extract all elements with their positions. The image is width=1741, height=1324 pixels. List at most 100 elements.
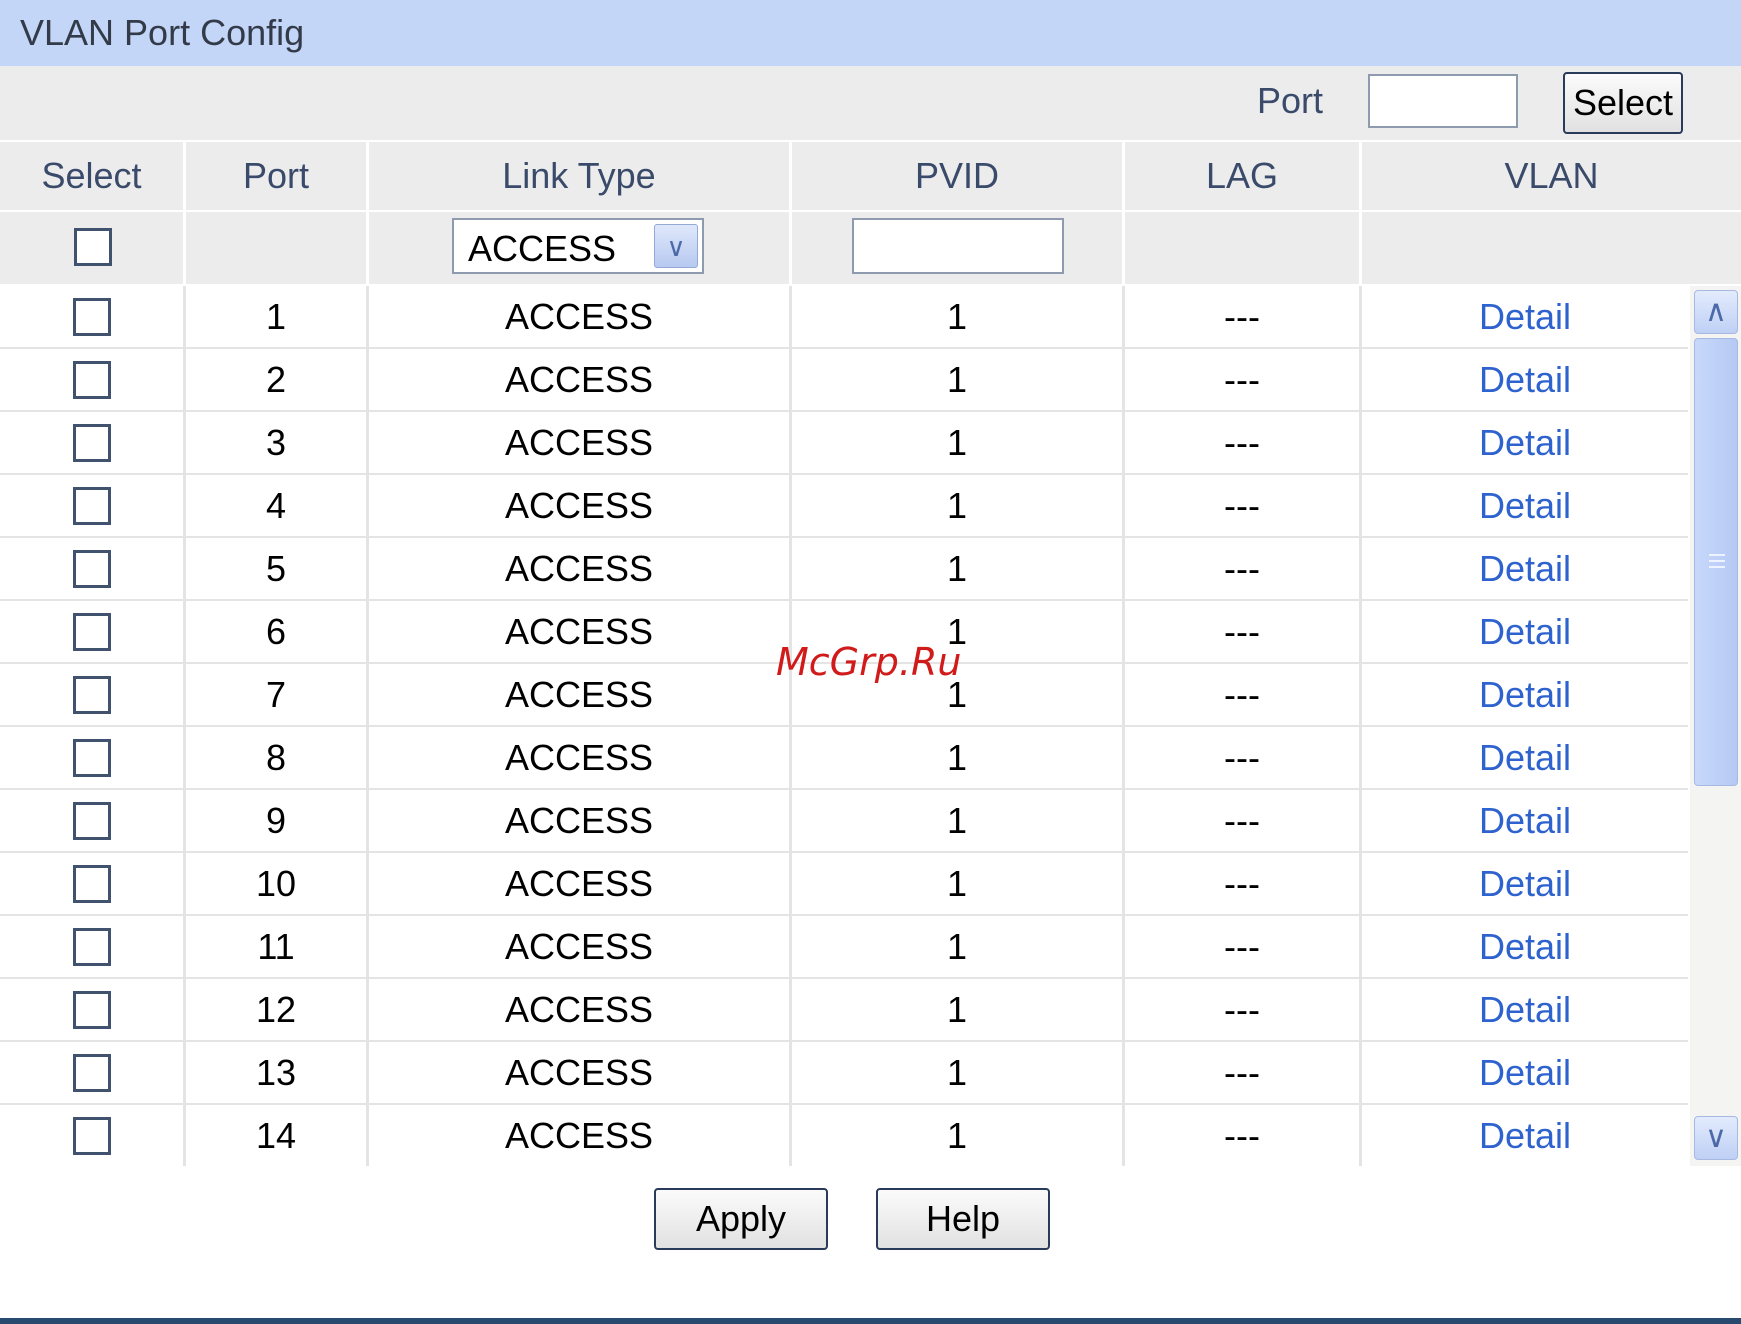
row-select-checkbox[interactable]	[72, 1054, 111, 1092]
link-type-cell: ACCESS	[504, 674, 654, 715]
select-cell	[0, 790, 183, 851]
select-all-checkbox[interactable]	[74, 228, 112, 266]
column-header-select: Select	[41, 155, 142, 196]
lag-cell: ---	[1224, 1052, 1260, 1093]
row-select-checkbox[interactable]	[72, 550, 111, 588]
port-cell: 2	[265, 359, 287, 400]
vlan-detail-link[interactable]: Detail	[1362, 538, 1688, 599]
row-select-checkbox[interactable]	[72, 991, 111, 1029]
table-row: 5 ACCESS 1 --- Detail	[0, 538, 1688, 602]
vlan-detail-link[interactable]: Detail	[1362, 916, 1688, 977]
vlan-detail-link[interactable]: Detail	[1362, 979, 1688, 1040]
vlan-detail-link[interactable]: Detail	[1362, 727, 1688, 788]
vlan-detail-link[interactable]: Detail	[1362, 412, 1688, 473]
table-scrollbar[interactable]: ∧ ∨	[1690, 286, 1741, 1166]
table-row: 9 ACCESS 1 --- Detail	[0, 790, 1688, 854]
select-cell	[0, 727, 183, 788]
chevron-down-icon[interactable]: ∨	[654, 224, 698, 268]
row-select-checkbox[interactable]	[72, 613, 111, 651]
table-row: 14 ACCESS 1 --- Detail	[0, 1105, 1688, 1166]
select-cell	[0, 475, 183, 536]
port-table: 1 ACCESS 1 --- Detail 2 ACCESS 1 --- Detail 3 ACCES…	[0, 286, 1741, 1166]
help-button[interactable]: Help	[876, 1188, 1050, 1250]
vlan-detail-link[interactable]: Detail	[1362, 286, 1688, 347]
pvid-cell: 1	[946, 422, 968, 463]
link-type-cell: ACCESS	[504, 800, 654, 841]
row-select-checkbox[interactable]	[72, 487, 111, 525]
select-port-button[interactable]: Select	[1563, 72, 1683, 134]
apply-button[interactable]: Apply	[654, 1188, 828, 1250]
page-title: VLAN Port Config	[20, 12, 305, 53]
vlan-detail-link[interactable]: Detail	[1362, 853, 1688, 914]
port-cell: 5	[265, 548, 287, 589]
row-select-checkbox[interactable]	[72, 1117, 111, 1155]
pvid-cell: 1	[946, 1115, 968, 1156]
select-cell	[0, 664, 183, 725]
row-select-checkbox[interactable]	[72, 865, 111, 903]
table-row: 8 ACCESS 1 --- Detail	[0, 727, 1688, 791]
link-type-cell: ACCESS	[504, 1052, 654, 1093]
row-select-checkbox[interactable]	[72, 802, 111, 840]
table-row: 2 ACCESS 1 --- Detail	[0, 349, 1688, 413]
port-search-input[interactable]	[1368, 74, 1518, 128]
link-type-cell: ACCESS	[504, 1115, 654, 1156]
vlan-detail-link[interactable]: Detail	[1362, 790, 1688, 851]
column-header-port: Port	[242, 155, 310, 196]
pvid-cell: 1	[946, 737, 968, 778]
link-type-cell: ACCESS	[504, 296, 654, 337]
lag-cell: ---	[1224, 548, 1260, 589]
link-type-cell: ACCESS	[504, 989, 654, 1030]
lag-cell: ---	[1224, 1115, 1260, 1156]
port-search-row: Port Select	[0, 66, 1741, 142]
vlan-detail-link[interactable]: Detail	[1362, 1105, 1688, 1166]
grip-icon	[1709, 554, 1725, 568]
row-select-checkbox[interactable]	[72, 361, 111, 399]
chevron-down-icon[interactable]: ∨	[1694, 1116, 1738, 1160]
link-type-cell: ACCESS	[504, 611, 654, 652]
pvid-cell: 1	[946, 926, 968, 967]
row-select-checkbox[interactable]	[72, 298, 111, 336]
pvid-cell: 1	[946, 1052, 968, 1093]
pvid-cell: 1	[946, 485, 968, 526]
scrollbar-thumb[interactable]	[1694, 338, 1738, 786]
port-cell: 10	[255, 863, 297, 904]
port-cell: 13	[255, 1052, 297, 1093]
vlan-detail-link[interactable]: Detail	[1362, 475, 1688, 536]
table-row: 10 ACCESS 1 --- Detail	[0, 853, 1688, 917]
lag-cell: ---	[1224, 422, 1260, 463]
link-type-cell: ACCESS	[504, 485, 654, 526]
port-cell: 3	[265, 422, 287, 463]
vlan-detail-link[interactable]: Detail	[1362, 664, 1688, 725]
row-select-checkbox[interactable]	[72, 676, 111, 714]
link-type-cell: ACCESS	[504, 737, 654, 778]
row-select-checkbox[interactable]	[72, 928, 111, 966]
table-row: 4 ACCESS 1 --- Detail	[0, 475, 1688, 539]
pvid-cell: 1	[946, 800, 968, 841]
link-type-cell: ACCESS	[504, 359, 654, 400]
port-cell: 8	[265, 737, 287, 778]
select-cell	[0, 601, 183, 662]
lag-cell: ---	[1224, 863, 1260, 904]
pvid-input[interactable]	[852, 218, 1064, 274]
pvid-cell: 1	[946, 989, 968, 1030]
column-header-lag: LAG	[1205, 155, 1279, 196]
table-row: 12 ACCESS 1 --- Detail	[0, 979, 1688, 1043]
port-cell: 4	[265, 485, 287, 526]
watermark: McGrp.Ru	[776, 640, 962, 684]
chevron-up-icon[interactable]: ∧	[1694, 290, 1738, 334]
vlan-detail-link[interactable]: Detail	[1362, 1042, 1688, 1103]
row-select-checkbox[interactable]	[72, 739, 111, 777]
vlan-detail-link[interactable]: Detail	[1362, 349, 1688, 410]
link-type-select[interactable]: ACCESS ∨	[452, 218, 704, 274]
lag-cell: ---	[1224, 737, 1260, 778]
link-type-cell: ACCESS	[504, 863, 654, 904]
vlan-detail-link[interactable]: Detail	[1362, 601, 1688, 662]
select-cell	[0, 853, 183, 914]
select-cell	[0, 538, 183, 599]
column-header-pvid: PVID	[914, 155, 1000, 196]
port-cell: 9	[265, 800, 287, 841]
lag-cell: ---	[1224, 296, 1260, 337]
port-search-label: Port	[1257, 80, 1324, 121]
row-select-checkbox[interactable]	[72, 424, 111, 462]
select-cell	[0, 916, 183, 977]
